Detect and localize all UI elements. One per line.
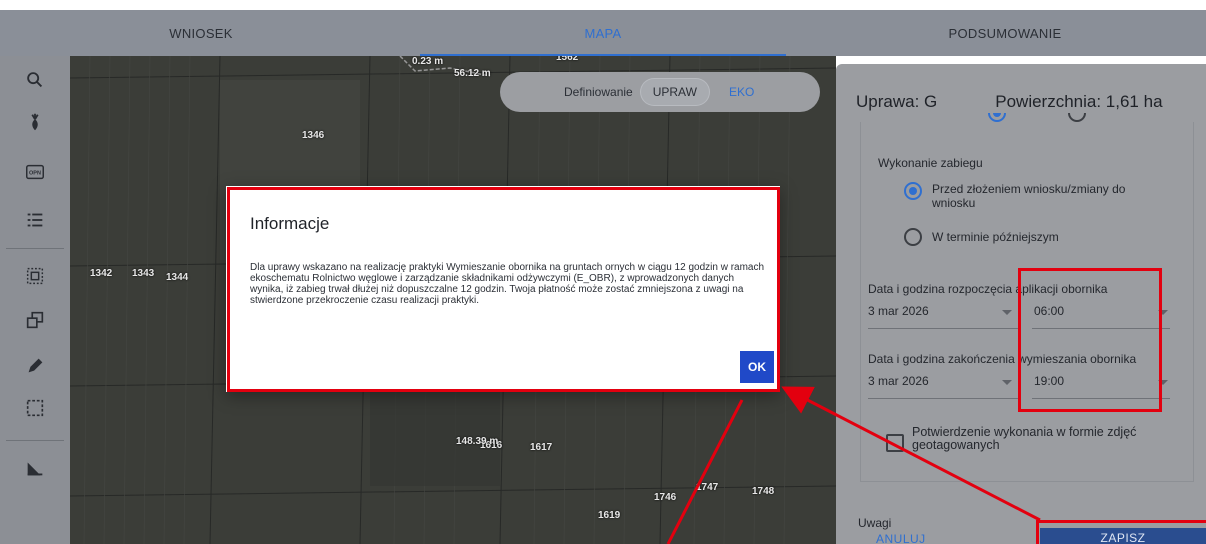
uprawa-label: Uprawa: G: [856, 92, 938, 111]
annotation-save-box: [1036, 520, 1206, 544]
list-icon: [27, 213, 43, 227]
parcel-label: 1619: [598, 510, 621, 521]
list-tool-button[interactable]: [0, 200, 70, 240]
cancel-button[interactable]: ANULUJ: [876, 532, 926, 544]
scale-label: 56.12 m: [454, 68, 491, 79]
annotation-dialog-box: [227, 187, 780, 392]
plant-icon: [31, 113, 39, 131]
map-toolbar: OPN: [0, 56, 70, 544]
photo-confirm-label: Potwierdzenie wykonania w formie zdjęć g…: [912, 425, 1137, 452]
chevron-down-icon: [1002, 310, 1012, 315]
opn-icon: OPN: [26, 164, 44, 180]
tab-wniosek[interactable]: WNIOSEK: [0, 10, 402, 56]
opn-icon-text: OPN: [29, 170, 41, 176]
search-tool-button[interactable]: [0, 60, 70, 100]
upraw-option[interactable]: UPRAW: [640, 79, 709, 105]
parcel-label: 1562: [556, 56, 579, 63]
eko-option[interactable]: EKO: [717, 79, 766, 105]
dashed-rectangle-tool-button[interactable]: [0, 388, 70, 428]
tab-mapa[interactable]: MAPA: [402, 10, 804, 56]
pencil-icon: [28, 358, 43, 373]
field-underline: [868, 328, 1018, 329]
end-date-field[interactable]: 3 mar 2026: [868, 374, 929, 388]
wykonanie-label: Wykonanie zabiegu: [878, 156, 983, 170]
radio-before-label: Przed złożeniem wniosku/zmiany do wniosk…: [932, 182, 1126, 210]
parcel-label: 1342: [90, 268, 113, 279]
main-tabs: WNIOSEK MAPA PODSUMOWANIE: [0, 10, 1206, 56]
parcel-label: 1344: [166, 272, 189, 283]
panel-header: Uprawa: G Powierzchnia: 1,61 ha: [856, 92, 1206, 112]
copy-shapes-icon: [26, 311, 44, 329]
top-margin: [0, 0, 1206, 10]
toolbar-divider: [6, 248, 64, 249]
parcel-label: 1617: [530, 442, 553, 453]
annotation-time-box: [1018, 268, 1162, 412]
uwagi-label: Uwagi: [858, 516, 892, 530]
radio-before-application[interactable]: [904, 182, 922, 200]
definiowanie-toggle: Definiowanie UPRAW EKO: [500, 72, 820, 112]
scale-label: 0.23 m: [412, 56, 444, 67]
parcel-label: 1343: [132, 268, 155, 279]
definiowanie-label: Definiowanie: [564, 85, 633, 99]
measure-icon: [27, 462, 43, 476]
copy-shapes-tool-button[interactable]: [0, 300, 70, 340]
powierzchnia-label: Powierzchnia: 1,61 ha: [995, 92, 1163, 111]
dashed-rectangle-icon: [26, 399, 44, 417]
start-date-field[interactable]: 3 mar 2026: [868, 304, 929, 318]
distance-label: 148.39 m: [456, 436, 499, 447]
toolbar-divider: [6, 440, 64, 441]
select-area-tool-button[interactable]: [0, 256, 70, 296]
tab-podsumowanie[interactable]: PODSUMOWANIE: [804, 10, 1206, 56]
opn-tool-button[interactable]: OPN: [0, 152, 70, 192]
radio-later-label: W terminie późniejszym: [932, 230, 1059, 244]
plant-tool-button[interactable]: [0, 102, 70, 142]
chevron-down-icon: [1002, 380, 1012, 385]
parcel-label: 1346: [302, 130, 325, 141]
parcel-label: 1747: [696, 482, 719, 493]
search-icon: [27, 72, 43, 88]
draw-tool-button[interactable]: [0, 346, 70, 386]
radio-later[interactable]: [904, 228, 922, 246]
parcel-label: 1748: [752, 486, 775, 497]
select-area-icon: [26, 267, 44, 285]
parcel-label: 1746: [654, 492, 677, 503]
photo-confirm-checkbox[interactable]: [886, 434, 904, 452]
measure-tool-button[interactable]: [0, 448, 70, 488]
field-underline: [868, 398, 1018, 399]
